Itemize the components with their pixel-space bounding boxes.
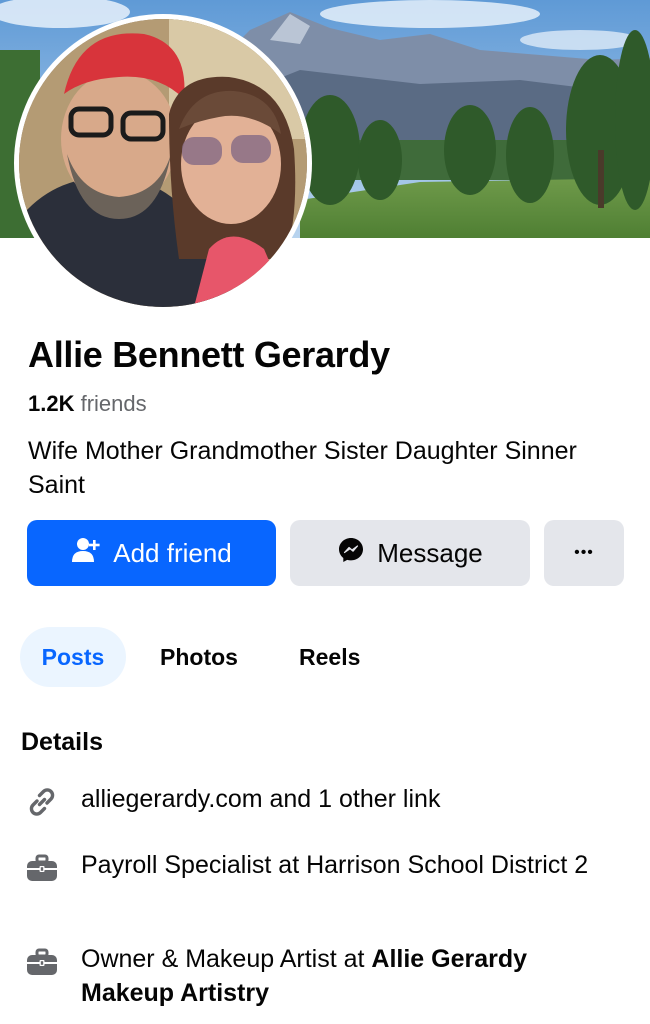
detail-job-makeup-text: Owner & Makeup Artist at Allie Gerardy M… [81,942,621,1010]
more-options-button[interactable]: ••• [544,520,624,586]
friends-count[interactable]: 1.2K friends [28,391,147,417]
profile-name: Allie Bennett Gerardy [28,334,390,375]
message-label: Message [377,537,483,568]
detail-job-makeup-role: Owner & Makeup Artist at [81,945,372,973]
link-icon [24,784,60,820]
tab-photos[interactable]: Photos [160,627,238,687]
briefcase-icon [24,944,60,980]
tab-posts[interactable]: Posts [20,627,126,687]
tab-reels[interactable]: Reels [299,627,360,687]
add-friend-icon [71,537,101,570]
detail-job-payroll-text: Payroll Specialist at Harrison School Di… [81,851,589,879]
detail-links-text: alliegerardy.com and 1 other link [81,785,441,813]
messenger-icon [337,536,365,571]
add-friend-label: Add friend [113,537,232,568]
message-button[interactable]: Message [290,520,530,586]
friends-count-label: friends [74,391,147,416]
add-friend-button[interactable]: Add friend [27,520,276,586]
profile-bio: Wife Mother Grandmother Sister Daughter … [28,437,577,499]
friends-count-number: 1.2K [28,391,75,416]
details-heading: Details [21,728,103,756]
more-dots-icon: ••• [574,544,594,561]
briefcase-icon [24,850,60,886]
profile-avatar[interactable] [14,14,312,312]
